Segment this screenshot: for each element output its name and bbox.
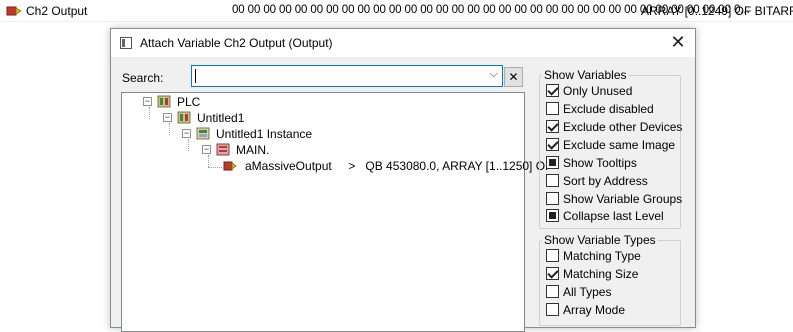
checkbox-label: Sort by Address [563,174,648,188]
chevron-down-icon[interactable]: ⌵ [490,68,498,81]
tree-node-plc[interactable]: − PLC [122,94,522,110]
checkbox-icon[interactable] [546,120,559,133]
checkbox-label: Show Variable Groups [563,192,683,206]
dialog-titlebar[interactable]: Attach Variable Ch2 Output (Output) ✕ [111,29,695,57]
checkbox-label: Collapse last Level [563,209,664,223]
instance-icon [196,127,210,140]
checkbox-icon[interactable] [546,102,559,115]
checkbox-label: Exclude same Image [563,138,676,152]
checkbox-label: Matching Type [563,249,641,263]
collapse-icon[interactable]: − [182,129,191,138]
checkbox-label: All Types [563,285,612,299]
output-variable-icon [223,161,237,171]
group-title: Show Variable Types [542,233,658,247]
checkbox-icon[interactable] [546,209,559,222]
checkbox-label: Exclude disabled [563,102,654,116]
tree-node-label: Untitled1 [197,111,245,125]
tree-node-main[interactable]: − MAIN. [122,142,522,158]
checkbox-label: Exclude other Devices [563,120,683,134]
variable-tree[interactable]: − PLC − Untitled1 − Untitled1 Instance −… [121,92,552,332]
tree-node-label: Untitled1 Instance [216,127,313,141]
checkbox-icon[interactable] [546,192,559,205]
variable-row-ch2-output[interactable]: Ch2 Output 00 00 00 00 00 00 00 00 00 00… [0,0,793,22]
checkbox-icon[interactable] [546,84,559,97]
search-label: Search: [122,71,164,85]
tree-node-label: aMassiveOutput > QB 453080.0, ARRAY [1..… [245,159,553,173]
search-input[interactable] [192,66,482,86]
row-type: ARRAY [0..1249] OF BITARR8 [641,4,793,18]
checkbox-label: Matching Size [563,267,639,281]
plc-icon [177,111,191,124]
checkbox-label: Only Unused [563,84,633,98]
checkbox-icon[interactable] [546,267,559,280]
group-title: Show Variables [542,68,629,82]
collapse-icon[interactable]: − [163,113,172,122]
checkbox-icon[interactable] [546,174,559,187]
checkbox-icon[interactable] [546,303,559,316]
row-name: Ch2 Output [26,4,88,18]
tree-node-amassiveoutput[interactable]: aMassiveOutput > QB 453080.0, ARRAY [1..… [122,158,552,174]
clear-search-button[interactable]: ✕ [504,67,523,87]
program-icon [216,143,230,156]
tree-node-label: MAIN. [236,143,270,157]
collapse-icon[interactable]: − [143,97,152,106]
tree-node-label: PLC [177,95,201,109]
close-button[interactable]: ✕ [665,31,691,53]
dialog-title: Attach Variable Ch2 Output (Output) [140,36,333,50]
show-variable-types-group: Show Variable Types Matching Type Matchi… [539,233,681,326]
checkbox-icon[interactable] [546,285,559,298]
plc-project-icon [157,95,171,108]
checkbox-label: Show Tooltips [563,156,637,170]
collapse-icon[interactable]: − [202,145,211,154]
attach-variable-dialog: Attach Variable Ch2 Output (Output) ✕ Se… [110,28,696,332]
show-variables-group: Show Variables Only Unused Exclude disab… [539,68,683,229]
output-variable-icon [6,6,22,16]
text-caret [195,69,196,83]
window-icon [120,37,132,49]
tree-node-untitled1-instance[interactable]: − Untitled1 Instance [122,126,522,142]
checkbox-icon[interactable] [546,138,559,151]
search-combobox[interactable]: ⌵ [191,65,503,87]
checkbox-icon[interactable] [546,249,559,262]
checkbox-icon[interactable] [546,156,559,169]
checkbox-label: Array Mode [563,303,626,317]
tree-node-untitled1[interactable]: − Untitled1 [122,110,522,126]
